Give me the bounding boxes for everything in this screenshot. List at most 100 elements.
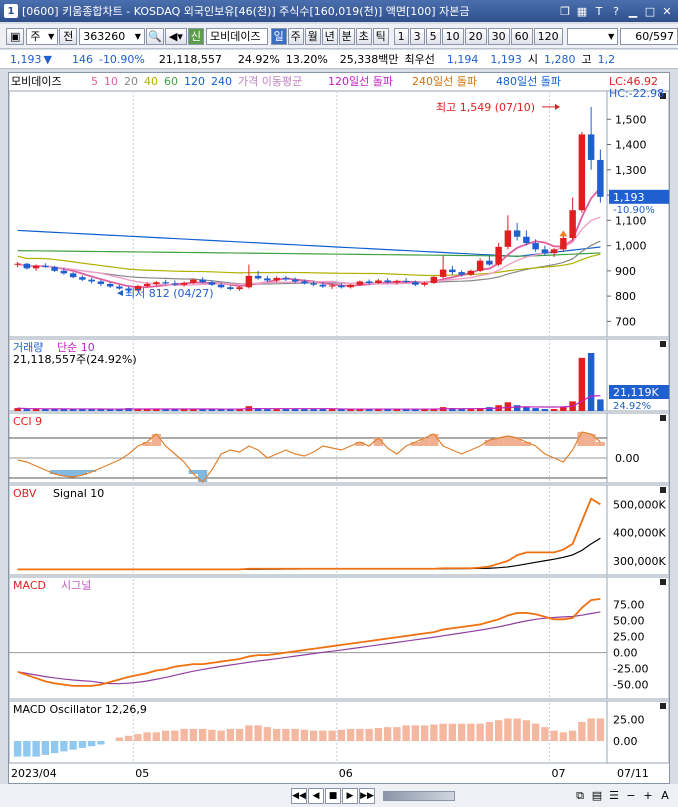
osc-bar-1 (23, 741, 31, 757)
period-select[interactable]: 주 ▼ (26, 27, 59, 45)
restore-icon[interactable]: ❐ (558, 4, 572, 18)
candle-body-58 (550, 249, 558, 254)
osc-bar-41 (393, 727, 401, 741)
open-label: 시 (527, 53, 539, 66)
cci-fill-63 (595, 442, 605, 446)
number-button-10[interactable]: 10 (441, 27, 464, 45)
interval-button-5[interactable]: 초 (355, 27, 372, 45)
candle-body-26 (254, 275, 262, 279)
osc-bar-56 (531, 723, 540, 741)
legend-ma-60: 60 (164, 75, 178, 88)
number-button-3[interactable]: 3 (409, 27, 425, 45)
osc-bar-31 (300, 729, 309, 741)
osc-bar-7 (78, 741, 87, 748)
candle-body-60 (569, 210, 576, 238)
osc-bar-21 (208, 729, 216, 741)
number-button-30[interactable]: 30 (487, 27, 510, 45)
panel-cci (8, 412, 670, 484)
interval-button-4[interactable]: 분 (338, 27, 355, 45)
volume-bar-33 (319, 409, 327, 411)
number-button-60[interactable]: 60 (510, 27, 533, 45)
period-select-value: 주 (30, 30, 41, 43)
volume-rate: 24.92% (237, 52, 280, 66)
panel-vol-close-icon (660, 341, 666, 347)
candle-body-36 (347, 284, 354, 288)
best-ask: 1,194 (446, 52, 479, 66)
panel-osc-close-icon (660, 703, 666, 709)
volume-value-label: 21,118,557주(24.92%) (13, 353, 137, 366)
candle-body-41 (393, 280, 401, 283)
volume-bar-31 (301, 409, 308, 411)
window-titlebar: 1 [0600] 키움종합차트 - KOSDAQ 외국인보유[46(천)] 주식… (0, 0, 678, 22)
chart-area[interactable]: 모비데이즈 5 10 20 40 60 120 240 가격 이동평균 120일선 돌파 240일선… (8, 72, 670, 784)
play-icon[interactable]: ▶ (342, 787, 358, 804)
candle-body-18 (180, 282, 188, 285)
maximize-icon[interactable]: □ (643, 4, 657, 18)
chart-svg[interactable]: 모비데이즈 5 10 20 40 60 120 240 가격 이동평균 120일선 돌파 240일선… (8, 73, 670, 783)
best-ask-label: 최우선 (404, 53, 435, 66)
osc-bar-9 (97, 741, 105, 745)
osc-bar-62 (587, 718, 595, 741)
save-icon[interactable]: ▤ (590, 789, 604, 803)
candle-body-1 (23, 263, 31, 269)
osc-bar-19 (189, 728, 198, 741)
price-tick-4: 1,100 (615, 214, 647, 227)
zoom-out-icon[interactable]: − (624, 789, 638, 803)
cci-fill-51 (484, 440, 494, 446)
chart-navigation-bar: ◀◀ ◀ ■ ▶ ▶▶ ⧉ ▤ ☰ − + A (0, 784, 678, 807)
close-icon[interactable]: ✕ (660, 4, 674, 18)
price-change-rate: -10.90% (98, 52, 145, 66)
number-button-1[interactable]: 1 (393, 27, 409, 45)
stock-code-input[interactable]: 363260 ▼ (79, 27, 145, 45)
candle-body-46 (439, 269, 447, 277)
candle-body-0 (14, 263, 21, 265)
osc-bar-5 (60, 741, 68, 752)
interval-button-6[interactable]: 틱 (372, 27, 389, 45)
number-button-120[interactable]: 120 (533, 27, 563, 45)
osc-bar-4 (50, 741, 59, 754)
all-button[interactable]: 전 (59, 27, 78, 45)
panel-cci-close-icon (660, 415, 666, 421)
chart-menu-icon[interactable]: ▣ (6, 27, 25, 45)
zoom-in-icon[interactable]: + (641, 789, 655, 803)
prev-icon[interactable]: ◀ (308, 787, 324, 804)
font-size-icon[interactable]: A (658, 789, 672, 803)
interval-button-1[interactable]: 주 (287, 27, 304, 45)
candle-body-21 (208, 282, 216, 285)
interval-button-3[interactable]: 년 (321, 27, 338, 45)
number-button-20[interactable]: 20 (464, 27, 487, 45)
copy-icon[interactable]: ⧉ (573, 789, 587, 803)
help-icon[interactable]: ? (609, 4, 623, 18)
last-icon[interactable]: ▶▶ (359, 787, 375, 804)
list-icon[interactable]: ☰ (607, 789, 621, 803)
osc-bar-52 (494, 720, 503, 741)
candle-body-38 (365, 281, 373, 283)
osc-bar-8 (87, 741, 96, 747)
stop-icon[interactable]: ■ (325, 787, 341, 804)
interval-button-2[interactable]: 월 (304, 27, 321, 45)
cci-title: CCI 9 (13, 415, 42, 428)
grid-icon[interactable]: ▦ (575, 4, 589, 18)
chart-type-select[interactable]: ▼ (566, 27, 619, 45)
minimize-icon[interactable]: ▁ (626, 4, 640, 18)
candle-body-57 (541, 249, 549, 254)
osc-bar-58 (550, 730, 558, 741)
candle-body-2 (32, 265, 40, 269)
text-icon[interactable]: T (592, 4, 606, 18)
panel-obv (8, 484, 670, 576)
candle-body-56 (532, 243, 539, 250)
interval-button-0[interactable]: 일 (270, 27, 287, 45)
sound-icon[interactable]: ◀▾ (164, 27, 187, 45)
number-button-5[interactable]: 5 (425, 27, 441, 45)
osc-bar-54 (513, 718, 521, 741)
macd-sub: 시그널 (61, 579, 91, 592)
obv-title: OBV (13, 487, 37, 500)
osc-bar-63 (596, 718, 605, 741)
candle-body-42 (402, 280, 410, 282)
search-icon[interactable]: 🔍 (145, 27, 164, 45)
candle-body-9 (97, 281, 105, 284)
scroll-slider[interactable] (383, 790, 455, 801)
first-icon[interactable]: ◀◀ (291, 787, 307, 804)
stock-code-value: 363260 (83, 29, 126, 43)
cci-fill-20 (198, 470, 208, 482)
